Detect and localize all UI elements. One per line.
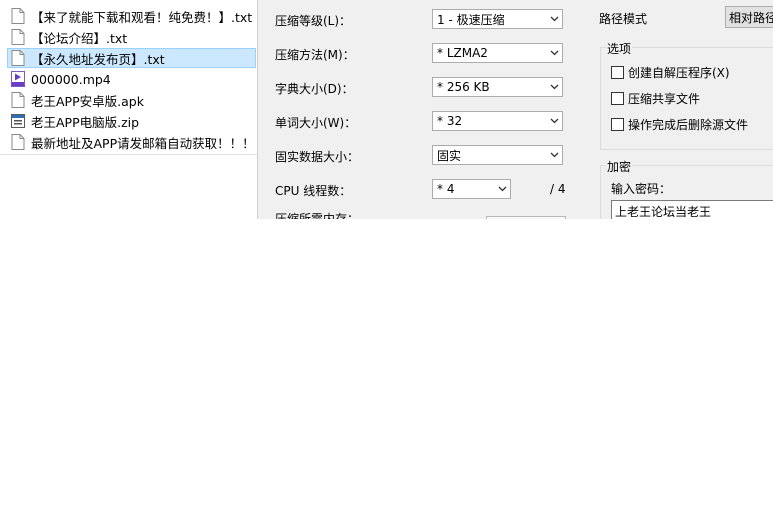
chevron-down-icon bbox=[546, 84, 562, 90]
options-group-title: 选项 bbox=[606, 40, 633, 57]
file-list: 【来了就能下载和观看！纯免费！】.txt 【论坛介绍】.txt 【永久地址发布页… bbox=[0, 0, 257, 155]
chevron-down-icon bbox=[494, 186, 510, 192]
video-file-icon bbox=[11, 71, 25, 87]
compression-method-select[interactable]: * LZMA2 bbox=[432, 43, 563, 63]
checkbox-icon bbox=[611, 92, 624, 105]
chevron-down-icon bbox=[546, 152, 562, 158]
list-item[interactable]: 【来了就能下载和观看！纯免费！】.txt bbox=[7, 6, 256, 26]
file-name: 最新地址及APP请发邮箱自动获取！！！.... bbox=[31, 135, 256, 151]
solid-block-size-label: 固实数据大小： bbox=[275, 150, 360, 164]
file-name: 【论坛介绍】.txt bbox=[31, 30, 128, 46]
dictionary-size-label: 字典大小(D)： bbox=[275, 82, 354, 96]
password-input[interactable]: 上老王论坛当老王 bbox=[611, 200, 773, 219]
create-sfx-label: 创建自解压程序(X) bbox=[628, 66, 730, 80]
text-file-icon bbox=[11, 29, 25, 45]
chevron-down-icon bbox=[546, 16, 562, 22]
compress-shared-label: 压缩共享文件 bbox=[628, 92, 701, 106]
cpu-threads-select[interactable]: * 4 bbox=[432, 179, 511, 199]
path-mode-select[interactable]: 相对路径 bbox=[725, 6, 773, 28]
compress-shared-checkbox[interactable]: 压缩共享文件 bbox=[611, 90, 700, 107]
cpu-threads-total: / 4 bbox=[550, 182, 566, 196]
create-sfx-checkbox[interactable]: 创建自解压程序(X) bbox=[611, 64, 730, 81]
file-name: 老王APP电脑版.zip bbox=[31, 114, 140, 130]
password-label: 输入密码： bbox=[611, 182, 672, 196]
dictionary-size-value: * 256 KB bbox=[437, 80, 490, 94]
list-item[interactable]: 老王APP安卓版.apk bbox=[7, 90, 256, 110]
word-size-select[interactable]: * 32 bbox=[432, 111, 563, 131]
file-name: 000000.mp4 bbox=[31, 71, 111, 87]
text-file-icon bbox=[11, 92, 25, 108]
word-size-value: * 32 bbox=[437, 114, 463, 128]
file-name: 【来了就能下载和观看！纯免费！】.txt bbox=[31, 9, 253, 25]
solid-block-size-value: 固实 bbox=[437, 148, 462, 163]
path-mode-label: 路径模式 bbox=[599, 12, 648, 26]
cpu-threads-label: CPU 线程数： bbox=[275, 184, 352, 198]
compression-level-label: 压缩等级(L)： bbox=[275, 14, 352, 28]
dictionary-size-select[interactable]: * 256 KB bbox=[432, 77, 563, 97]
solid-block-size-select[interactable]: 固实 bbox=[432, 145, 563, 165]
list-item[interactable]: 老王APP电脑版.zip bbox=[7, 111, 256, 131]
compression-memory-field bbox=[486, 216, 566, 219]
word-size-label: 单词大小(W)： bbox=[275, 116, 357, 130]
text-file-icon bbox=[11, 8, 25, 24]
list-item[interactable]: 最新地址及APP请发邮箱自动获取！！！.... bbox=[7, 132, 256, 152]
password-value: 上老王论坛当老王 bbox=[615, 204, 712, 219]
list-item[interactable]: 【论坛介绍】.txt bbox=[7, 27, 256, 47]
compression-method-value: * LZMA2 bbox=[437, 46, 488, 60]
zip-file-icon bbox=[11, 113, 25, 129]
path-mode-value: 相对路径 bbox=[729, 10, 773, 25]
encryption-group-title: 加密 bbox=[606, 158, 633, 175]
chevron-down-icon bbox=[546, 118, 562, 124]
add-to-archive-dialog: 压缩等级(L)： 1 - 极速压缩 压缩方法(M)： * LZMA2 字典大小(… bbox=[257, 0, 773, 219]
file-name: 老王APP安卓版.apk bbox=[31, 93, 144, 109]
list-item[interactable]: 000000.mp4 bbox=[7, 69, 256, 89]
list-item-selected[interactable]: 【永久地址发布页】.txt bbox=[7, 48, 256, 68]
file-name: 【永久地址发布页】.txt bbox=[31, 51, 165, 67]
text-file-icon bbox=[11, 50, 25, 66]
list-divider bbox=[0, 154, 257, 155]
compression-method-label: 压缩方法(M)： bbox=[275, 48, 355, 62]
checkbox-icon bbox=[611, 118, 624, 131]
delete-after-checkbox[interactable]: 操作完成后删除源文件 bbox=[611, 116, 748, 133]
compression-memory-label: 压缩所需内存： bbox=[275, 212, 360, 219]
compression-level-value: 1 - 极速压缩 bbox=[437, 12, 505, 27]
chevron-down-icon bbox=[546, 50, 562, 56]
compression-level-select[interactable]: 1 - 极速压缩 bbox=[432, 9, 563, 29]
delete-after-label: 操作完成后删除源文件 bbox=[628, 118, 749, 132]
cpu-threads-value: * 4 bbox=[437, 182, 455, 196]
text-file-icon bbox=[11, 134, 25, 150]
checkbox-icon bbox=[611, 66, 624, 79]
